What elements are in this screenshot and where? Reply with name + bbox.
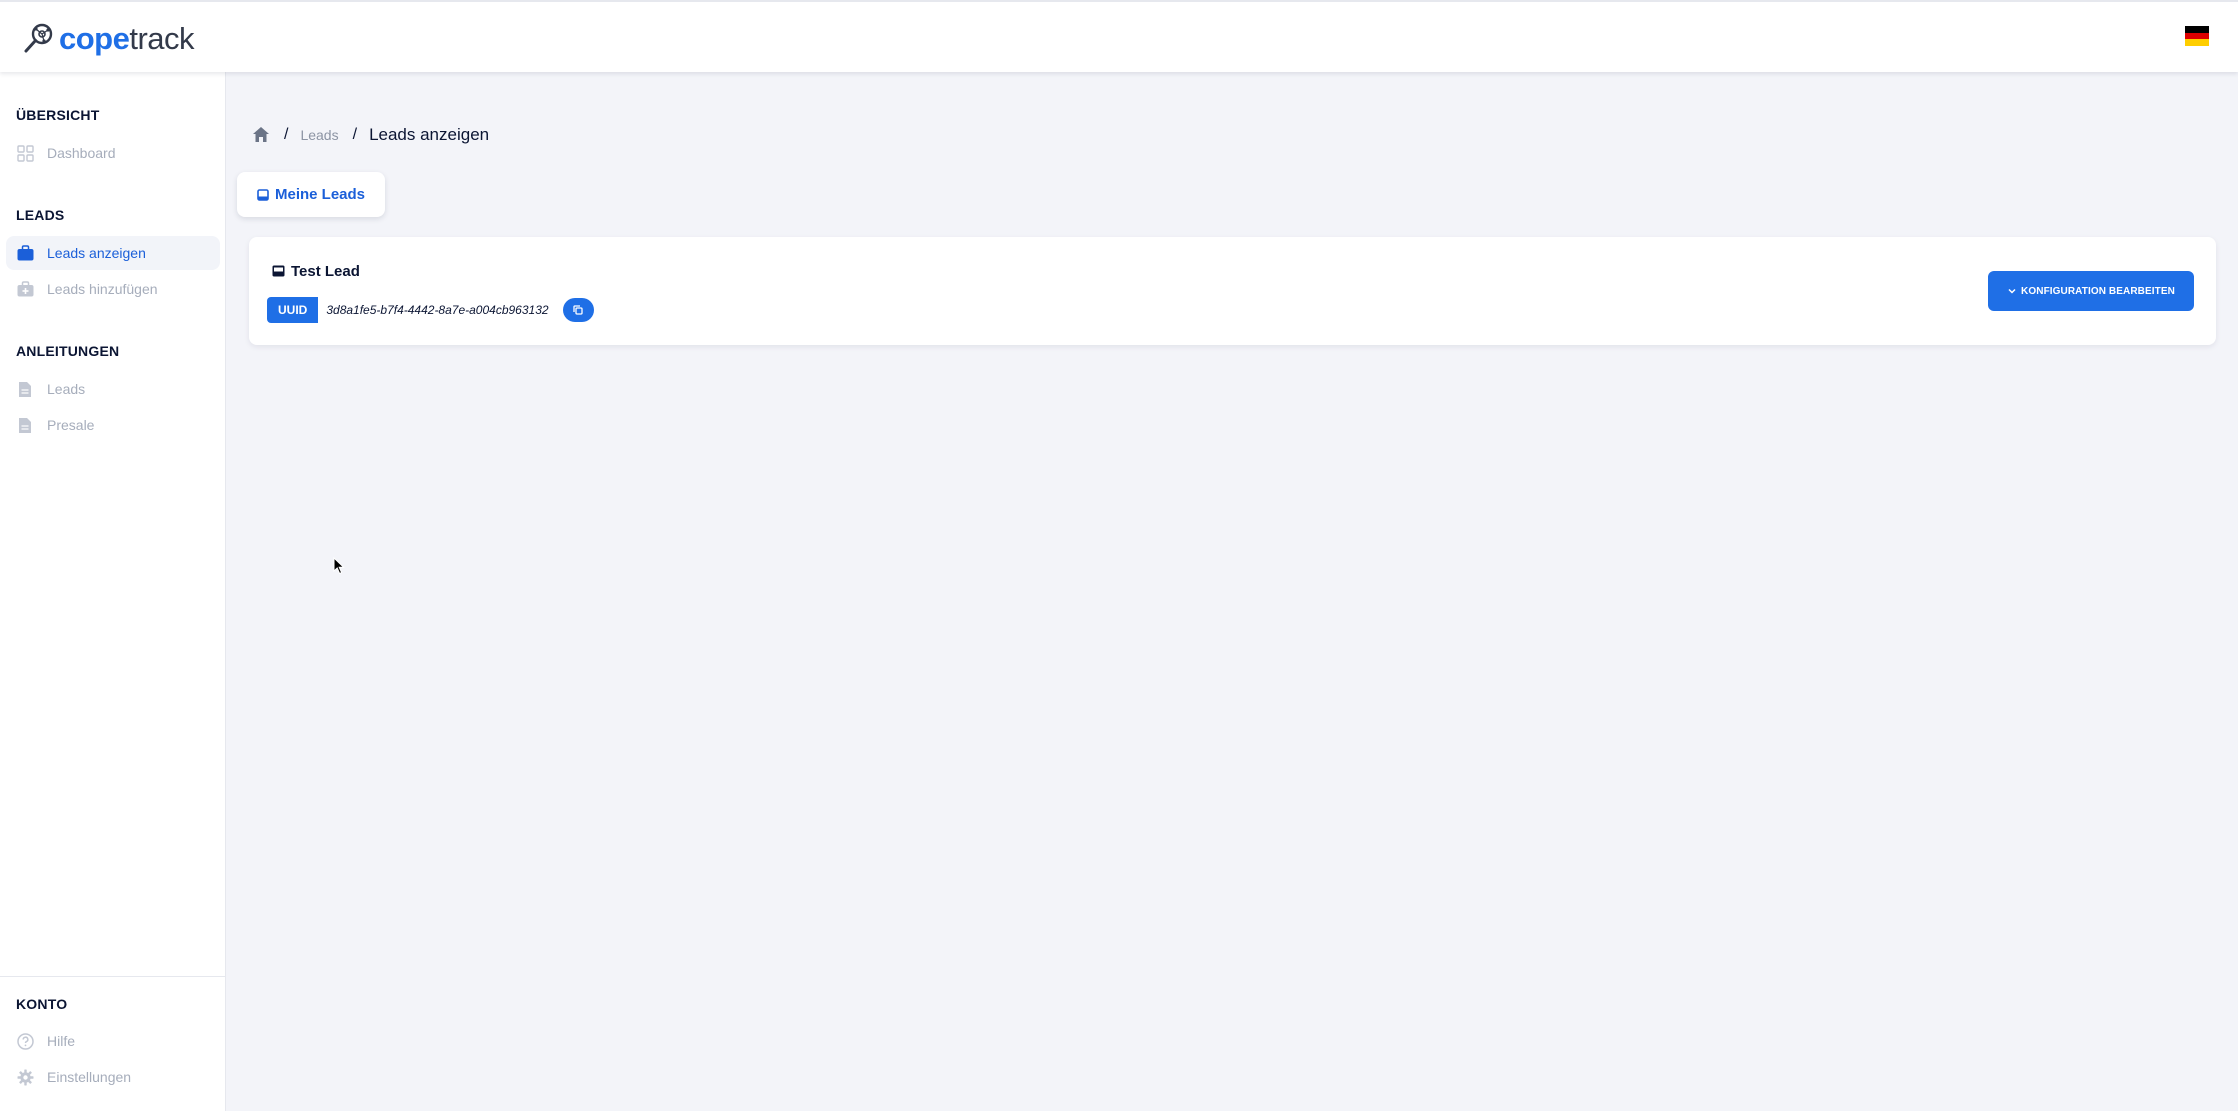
logo-text-track: track (129, 20, 195, 56)
help-icon (16, 1032, 34, 1050)
inbox-icon (272, 265, 285, 278)
logo-wordmark: copetrack (59, 20, 195, 56)
edit-configuration-button[interactable]: KONFIGURATION BEARBEITEN (1988, 271, 2194, 311)
sidebar-item-hilfe[interactable]: Hilfe (6, 1024, 220, 1058)
breadcrumb-separator: / (284, 126, 289, 143)
grid-icon (16, 144, 34, 162)
uuid-badge: UUID (267, 297, 319, 323)
document-icon (16, 416, 34, 434)
uuid-value: 3d8a1fe5-b7f4-4442-8a7e-a004cb963132 (326, 303, 549, 317)
sidebar-item-leads-hinzufuegen[interactable]: Leads hinzufügen (6, 272, 220, 306)
flag-stripe-black (2185, 26, 2209, 33)
sidebar-item-label: Hilfe (47, 1033, 76, 1049)
logo-text-cope: cope (59, 20, 130, 56)
sidebar-divider (0, 976, 226, 977)
sidebar-item-label: Einstellungen (47, 1069, 132, 1085)
sidebar-section-anleitungen: ANLEITUNGEN (16, 343, 120, 359)
sidebar-section-leads: LEADS (16, 207, 65, 223)
sidebar-item-label: Leads (47, 381, 86, 397)
home-icon[interactable] (252, 126, 270, 144)
sidebar-item-anleitung-presale[interactable]: Presale (6, 408, 220, 442)
briefcase-plus-icon (16, 280, 34, 298)
breadcrumb: / Leads / Leads anzeigen (252, 124, 489, 146)
sidebar-item-leads-anzeigen[interactable]: Leads anzeigen (6, 236, 220, 270)
sidebar-item-einstellungen[interactable]: Einstellungen (6, 1060, 220, 1094)
logo-magnifier-icon (24, 23, 53, 53)
chevron-down-icon (2007, 286, 2017, 296)
document-icon (16, 380, 34, 398)
briefcase-icon (16, 244, 34, 262)
edit-configuration-label: KONFIGURATION BEARBEITEN (2021, 285, 2175, 297)
breadcrumb-separator: / (352, 126, 358, 143)
uuid-row: UUID 3d8a1fe5-b7f4-4442-8a7e-a004cb96313… (267, 297, 594, 323)
sidebar-item-label: Dashboard (47, 145, 116, 161)
sidebar-item-label: Presale (47, 417, 95, 433)
sidebar-item-label: Leads hinzufügen (47, 281, 158, 297)
sidebar-section-konto: KONTO (16, 996, 68, 1012)
copetrack-logo[interactable]: copetrack (23, 18, 195, 58)
tab-label: Meine Leads (274, 186, 366, 203)
sidebar-item-label: Leads anzeigen (47, 245, 146, 261)
de-flag-icon[interactable] (2185, 26, 2209, 47)
copy-uuid-button[interactable] (562, 298, 594, 322)
sidebar-item-dashboard[interactable]: Dashboard (6, 136, 220, 170)
flag-stripe-red (2185, 32, 2209, 40)
lead-title: Test Lead (272, 261, 360, 281)
inbox-icon (257, 188, 269, 201)
tab-meine-leads[interactable]: Meine Leads (237, 172, 385, 217)
sidebar-section-overview: ÜBERSICHT (16, 107, 100, 123)
gear-icon (16, 1068, 34, 1086)
flag-stripe-gold (2185, 39, 2209, 47)
copy-icon (573, 305, 583, 315)
lead-card: Test Lead UUID 3d8a1fe5-b7f4-4442-8a7e-a… (249, 237, 2216, 345)
sidebar: ÜBERSICHT Dashboard LEADS Leads anzeigen… (0, 72, 226, 1111)
breadcrumb-current: Leads anzeigen (369, 125, 490, 144)
sidebar-item-anleitung-leads[interactable]: Leads (6, 372, 220, 406)
lead-name: Test Lead (291, 262, 360, 280)
top-bar: copetrack (0, 0, 2238, 72)
mouse-cursor-icon (333, 557, 345, 575)
breadcrumb-leads[interactable]: Leads (300, 127, 338, 143)
